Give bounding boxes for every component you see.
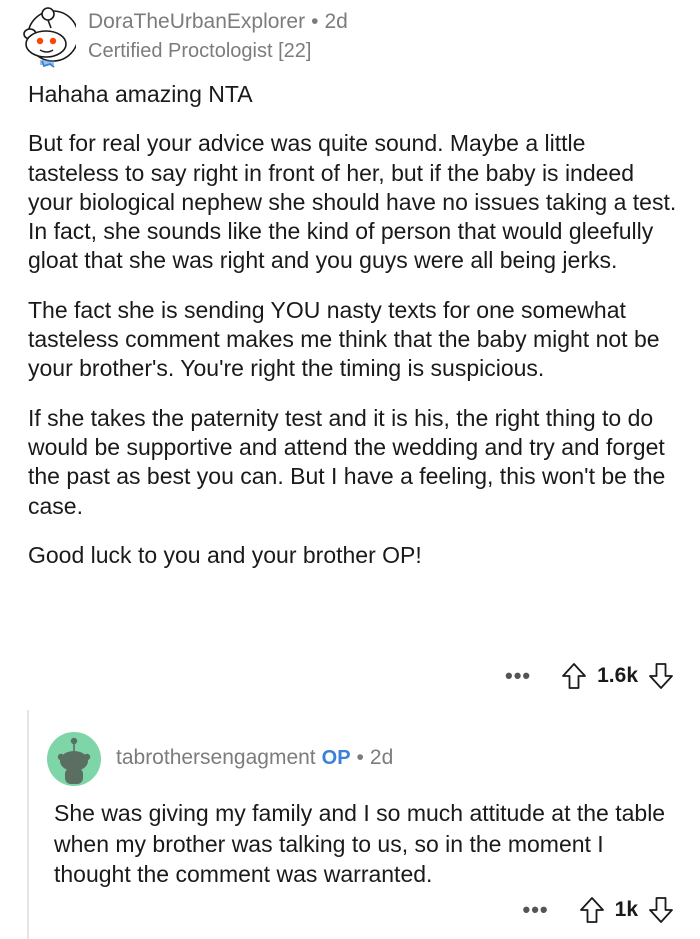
snoo-avatar-icon[interactable] [20, 6, 76, 68]
separator-dot: • [311, 10, 319, 33]
comment-paragraph: If she takes the paternity test and it i… [28, 404, 666, 519]
comment-age: 2d [324, 10, 348, 33]
comment-body: Hahaha amazing NTA But for real your adv… [28, 80, 680, 590]
upvote-icon[interactable] [561, 662, 587, 690]
vote-score: 1k [614, 898, 638, 921]
separator-dot: • [356, 746, 364, 769]
user-flair: Certified Proctologist [22] [88, 40, 312, 62]
username[interactable]: DoraTheUrbanExplorer [88, 10, 305, 33]
op-badge: OP [321, 747, 351, 769]
downvote-icon[interactable] [648, 662, 674, 690]
comment-paragraph: Good luck to you and your brother OP! [28, 541, 422, 568]
username[interactable]: tabrothersengagment [116, 746, 316, 769]
more-options-button[interactable]: ••• [505, 663, 531, 689]
comment-actions: ••• 1.6k [505, 662, 674, 690]
comment-paragraph: She was giving my family and I so much a… [54, 800, 666, 887]
comment-header: DoraTheUrbanExplorer • 2d [88, 10, 348, 34]
downvote-icon[interactable] [648, 896, 674, 924]
comment-dora: DoraTheUrbanExplorer • 2d Certified Procto… [0, 0, 700, 700]
comment-header: tabrothersengagment OP • 2d [116, 746, 393, 770]
comment-paragraph: Hahaha amazing NTA [28, 81, 253, 107]
more-options-button[interactable]: ••• [523, 897, 549, 923]
comment-body: She was giving my family and I so much a… [54, 798, 684, 910]
upvote-icon[interactable] [579, 896, 605, 924]
comment-paragraph: The fact she is sending YOU nasty texts … [28, 296, 660, 382]
comment-actions: ••• 1k [523, 896, 674, 924]
vote-score: 1.6k [597, 664, 638, 687]
comment-age: 2d [369, 746, 394, 769]
snoo-avatar-icon[interactable] [47, 732, 101, 786]
comment-paragraph: But for real your advice was quite sound… [28, 130, 677, 274]
